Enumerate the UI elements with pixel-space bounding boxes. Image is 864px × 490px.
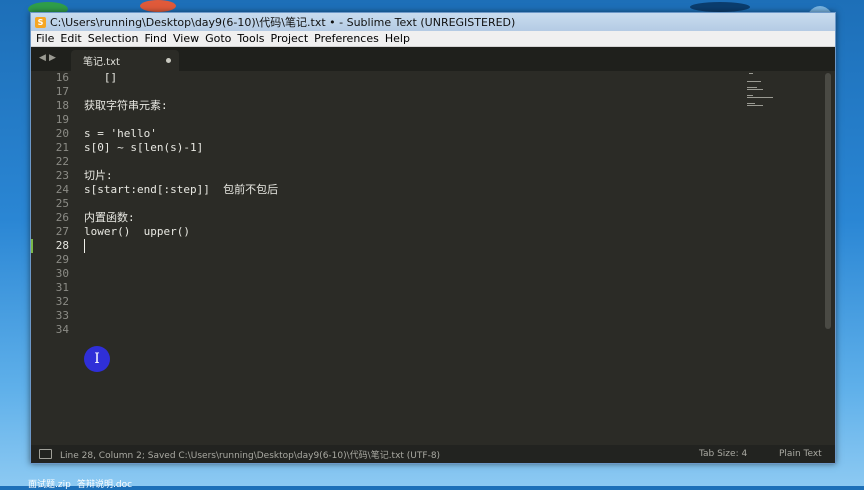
tab-next-icon[interactable]: ▶	[49, 53, 56, 63]
line-number: 23	[55, 169, 69, 182]
editor-area[interactable]: 16 17 18 19 20 21 22 23 24 25 26 27 28 29 30 31 32 33 34 […	[31, 71, 835, 443]
line-number: 32	[55, 295, 69, 308]
menu-tools[interactable]: Tools	[234, 32, 267, 45]
tab-notes[interactable]: 笔记.txt	[71, 50, 179, 71]
line-number: 33	[55, 309, 69, 322]
minimap[interactable]	[745, 71, 785, 131]
menu-bar: File Edit Selection Find View Goto Tools…	[31, 31, 835, 47]
desktop-decoration	[140, 0, 176, 12]
code-line[interactable]: []	[84, 71, 117, 85]
tab-label: 笔记.txt	[83, 57, 120, 68]
menu-goto[interactable]: Goto	[202, 32, 234, 45]
sublime-window: S C:\Users\running\Desktop\day9(6-10)\代码…	[30, 12, 836, 464]
status-message: Line 28, Column 2; Saved C:\Users\runnin…	[60, 450, 441, 461]
desktop-icon-label[interactable]: 答辩说明.doc	[77, 477, 132, 490]
vertical-scrollbar[interactable]	[825, 73, 831, 329]
code-line[interactable]: lower() upper()	[84, 225, 190, 239]
menu-project[interactable]: Project	[268, 32, 312, 45]
line-number: 25	[55, 197, 69, 210]
line-number: 19	[55, 113, 69, 126]
line-number: 29	[55, 253, 69, 266]
line-number: 34	[55, 323, 69, 336]
line-number: 30	[55, 267, 69, 280]
line-number: 20	[55, 127, 69, 140]
line-number: 24	[55, 183, 69, 196]
tab-bar: ◀ ▶ 笔记.txt	[31, 47, 835, 71]
line-number: 27	[55, 225, 69, 238]
line-number: 16	[55, 71, 69, 84]
menu-help[interactable]: Help	[382, 32, 413, 45]
line-number: 26	[55, 211, 69, 224]
mouse-cursor-indicator: I	[84, 346, 110, 372]
menu-find[interactable]: Find	[141, 32, 170, 45]
code-line[interactable]: 获取字符串元素:	[84, 99, 168, 113]
line-number-gutter: 16 17 18 19 20 21 22 23 24 25 26 27 28 29 30 31 32 33 34	[31, 71, 69, 443]
code-line[interactable]: s = 'hello'	[84, 127, 157, 141]
window-title: C:\Users\running\Desktop\day9(6-10)\代码\笔…	[50, 16, 516, 29]
code-line[interactable]: s[start:end[:step]] 包前不包后	[84, 183, 278, 197]
status-bar: Line 28, Column 2; Saved C:\Users\runnin…	[31, 445, 835, 463]
menu-preferences[interactable]: Preferences	[311, 32, 382, 45]
code-line[interactable]: s[0] ~ s[len(s)-1]	[84, 141, 203, 155]
desktop-decoration	[690, 2, 750, 12]
title-bar[interactable]: S C:\Users\running\Desktop\day9(6-10)\代码…	[31, 13, 835, 31]
code-line[interactable]: 切片:	[84, 169, 113, 183]
tab-size-selector[interactable]: Tab Size: 4	[699, 449, 779, 459]
line-number: 17	[55, 85, 69, 98]
line-number: 22	[55, 155, 69, 168]
syntax-selector[interactable]: Plain Text	[779, 449, 835, 459]
unsaved-dot-icon[interactable]	[166, 58, 171, 63]
menu-view[interactable]: View	[170, 32, 202, 45]
line-number: 28	[55, 239, 69, 252]
menu-edit[interactable]: Edit	[57, 32, 84, 45]
desktop-icon-label[interactable]: 面试题.zip	[28, 477, 71, 490]
code-line[interactable]: 内置函数:	[84, 211, 135, 225]
menu-file[interactable]: File	[31, 32, 57, 45]
tab-prev-icon[interactable]: ◀	[39, 53, 46, 63]
line-number: 18	[55, 99, 69, 112]
line-number: 31	[55, 281, 69, 294]
code-text[interactable]: [] 获取字符串元素: s = 'hello' s[0] ~ s[len(s)-1] 切…	[84, 71, 734, 443]
line-number: 21	[55, 141, 69, 154]
sublime-app-icon: S	[35, 16, 46, 28]
text-caret	[84, 239, 85, 253]
menu-selection[interactable]: Selection	[85, 32, 142, 45]
panel-toggle-icon[interactable]	[39, 449, 52, 459]
